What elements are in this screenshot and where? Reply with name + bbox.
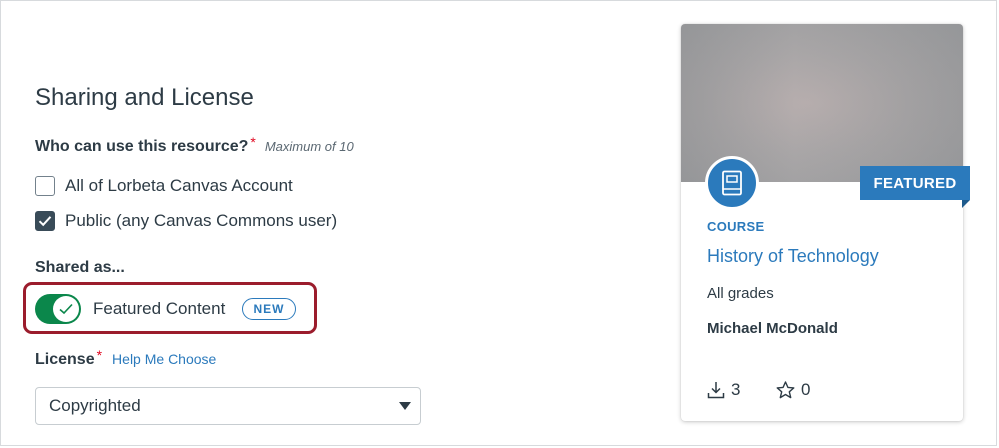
account-option-label[interactable]: All of Lorbeta Canvas Account [65, 176, 293, 196]
who-can-use-label: Who can use this resource? [35, 138, 249, 155]
resource-card[interactable]: FEATURED COURSE History of Technology Al… [681, 24, 970, 421]
required-asterisk: * [96, 347, 103, 363]
resource-type: COURSE [707, 219, 765, 234]
help-me-choose-link[interactable]: Help Me Choose [112, 351, 216, 367]
toggle-knob [53, 296, 79, 322]
license-select[interactable]: Copyrighted [35, 387, 421, 425]
featured-content-label[interactable]: Featured Content [93, 299, 225, 319]
new-badge: NEW [242, 298, 296, 320]
account-checkbox[interactable] [35, 176, 55, 196]
license-label: License [35, 351, 95, 368]
download-icon [707, 382, 725, 399]
who-can-use-row: Who can use this resource? * Maximum of … [35, 134, 354, 156]
license-select-value: Copyrighted [49, 396, 141, 415]
checkmark-icon [38, 216, 52, 227]
section-title: Sharing and License [35, 84, 254, 111]
option-account[interactable]: All of Lorbeta Canvas Account [35, 176, 293, 196]
featured-content-toggle[interactable] [35, 294, 81, 324]
shared-as-label: Shared as... [35, 259, 125, 276]
book-icon [722, 170, 742, 196]
star-icon [776, 381, 795, 399]
download-count: 3 [707, 380, 740, 400]
required-asterisk: * [250, 134, 256, 150]
chevron-down-icon [399, 402, 411, 410]
course-icon-badge [705, 156, 759, 210]
featured-ribbon: FEATURED [860, 166, 970, 200]
license-row: License * Help Me Choose [35, 347, 216, 369]
maximum-note: Maximum of 10 [264, 139, 354, 154]
favorite-count-value: 0 [801, 380, 811, 399]
public-checkbox[interactable] [35, 211, 55, 231]
ribbon-fold [962, 200, 970, 208]
course-title-link[interactable]: History of Technology [707, 246, 879, 267]
option-public[interactable]: Public (any Canvas Commons user) [35, 211, 337, 231]
check-icon [59, 303, 73, 315]
course-grades: All grades [707, 285, 774, 302]
course-author: Michael McDonald [707, 320, 838, 337]
public-option-label[interactable]: Public (any Canvas Commons user) [65, 211, 337, 231]
favorite-count: 0 [776, 380, 810, 400]
download-count-value: 3 [731, 380, 741, 399]
